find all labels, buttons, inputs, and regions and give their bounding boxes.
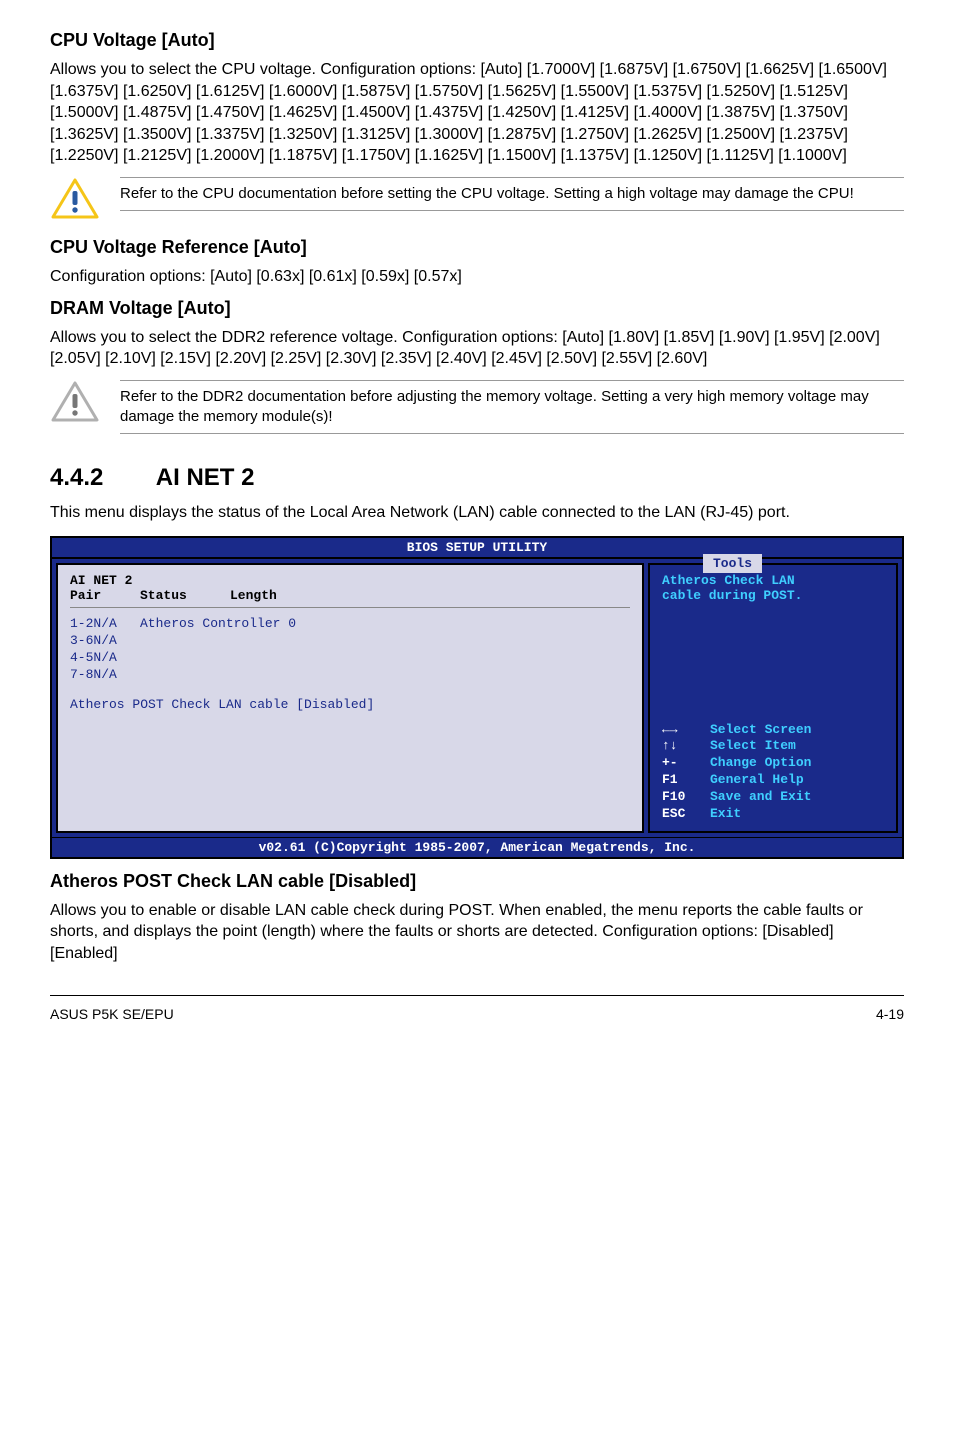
f10-key: F10 — [662, 789, 710, 806]
dram-voltage-body: Allows you to select the DDR2 reference … — [50, 327, 904, 370]
bios-col-length: Length — [230, 588, 277, 603]
table-row: 4-5N/A — [70, 650, 630, 667]
bios-key-select-screen: Select Screen — [710, 722, 811, 739]
bios-pair-1-2: 1-2N/A — [70, 616, 140, 633]
warning-icon — [50, 380, 100, 424]
dram-voltage-note: Refer to the DDR2 documentation before a… — [50, 380, 904, 435]
bios-key-general-help: General Help — [710, 772, 804, 789]
atheros-post-heading: Atheros POST Check LAN cable [Disabled] — [50, 871, 904, 892]
table-row: 7-8N/A — [70, 667, 630, 684]
arrow-ud-icon: ↑↓ — [662, 738, 710, 755]
bios-key-select-item: Select Item — [710, 738, 796, 755]
table-row: 1-2N/A Atheros Controller 0 — [70, 616, 630, 633]
bios-help-line1: Atheros Check LAN — [662, 573, 884, 588]
section-intro: This menu displays the status of the Loc… — [50, 502, 904, 524]
footer-right: 4-19 — [876, 1006, 904, 1022]
section-4-4-2-heading: 4.4.2 AI NET 2 — [50, 464, 904, 492]
arrow-lr-icon: ←→ — [662, 722, 710, 739]
dram-voltage-heading: DRAM Voltage [Auto] — [50, 298, 904, 319]
bios-help-line2: cable during POST. — [662, 588, 884, 603]
plus-minus-icon: +- — [662, 755, 710, 772]
section-title: AI NET 2 — [156, 464, 255, 491]
bios-footer: v02.61 (C)Copyright 1985-2007, American … — [52, 837, 902, 857]
bios-setup-screenshot: BIOS SETUP UTILITY Tools AI NET 2 Pair S… — [50, 536, 904, 859]
bios-key-exit: Exit — [710, 806, 741, 823]
bios-key-legend: ←→ Select Screen ↑↓ Select Item +- Chang… — [662, 722, 884, 823]
cpu-voltage-ref-heading: CPU Voltage Reference [Auto] — [50, 237, 904, 258]
bios-tab-tools[interactable]: Tools — [703, 554, 762, 573]
atheros-post-body: Allows you to enable or disable LAN cabl… — [50, 900, 904, 965]
table-row: 3-6N/A — [70, 633, 630, 650]
bios-post-check-option[interactable]: Atheros POST Check LAN cable [Disabled] — [70, 697, 630, 712]
section-number: 4.4.2 — [50, 464, 150, 492]
bios-pair-4-5: 4-5N/A — [70, 650, 140, 667]
bios-pair-3-6: 3-6N/A — [70, 633, 140, 650]
warning-icon — [50, 177, 100, 221]
bios-col-pair: Pair — [70, 588, 140, 603]
cpu-voltage-ref-body: Configuration options: [Auto] [0.63x] [0… — [50, 266, 904, 288]
bios-col-status: Status — [140, 588, 230, 603]
cpu-voltage-body: Allows you to select the CPU voltage. Co… — [50, 59, 904, 167]
bios-pair-7-8: 7-8N/A — [70, 667, 140, 684]
bios-title: BIOS SETUP UTILITY — [407, 540, 547, 555]
cpu-voltage-note-text: Refer to the CPU documentation before se… — [120, 177, 904, 211]
cpu-voltage-note: Refer to the CPU documentation before se… — [50, 177, 904, 221]
footer-left: ASUS P5K SE/EPU — [50, 1006, 174, 1022]
bios-left-panel: AI NET 2 Pair Status Length 1-2N/A Ather… — [56, 563, 644, 833]
esc-key: ESC — [662, 806, 710, 823]
dram-voltage-note-text: Refer to the DDR2 documentation before a… — [120, 380, 904, 435]
bios-key-save-exit: Save and Exit — [710, 789, 811, 806]
bios-status-controller: Atheros Controller 0 — [140, 616, 296, 633]
f1-key: F1 — [662, 772, 710, 789]
bios-panel-title: AI NET 2 — [70, 573, 630, 588]
page-footer: ASUS P5K SE/EPU 4-19 — [50, 995, 904, 1022]
bios-key-change-option: Change Option — [710, 755, 811, 772]
bios-right-panel: Atheros Check LAN cable during POST. ←→ … — [648, 563, 898, 833]
cpu-voltage-heading: CPU Voltage [Auto] — [50, 30, 904, 51]
